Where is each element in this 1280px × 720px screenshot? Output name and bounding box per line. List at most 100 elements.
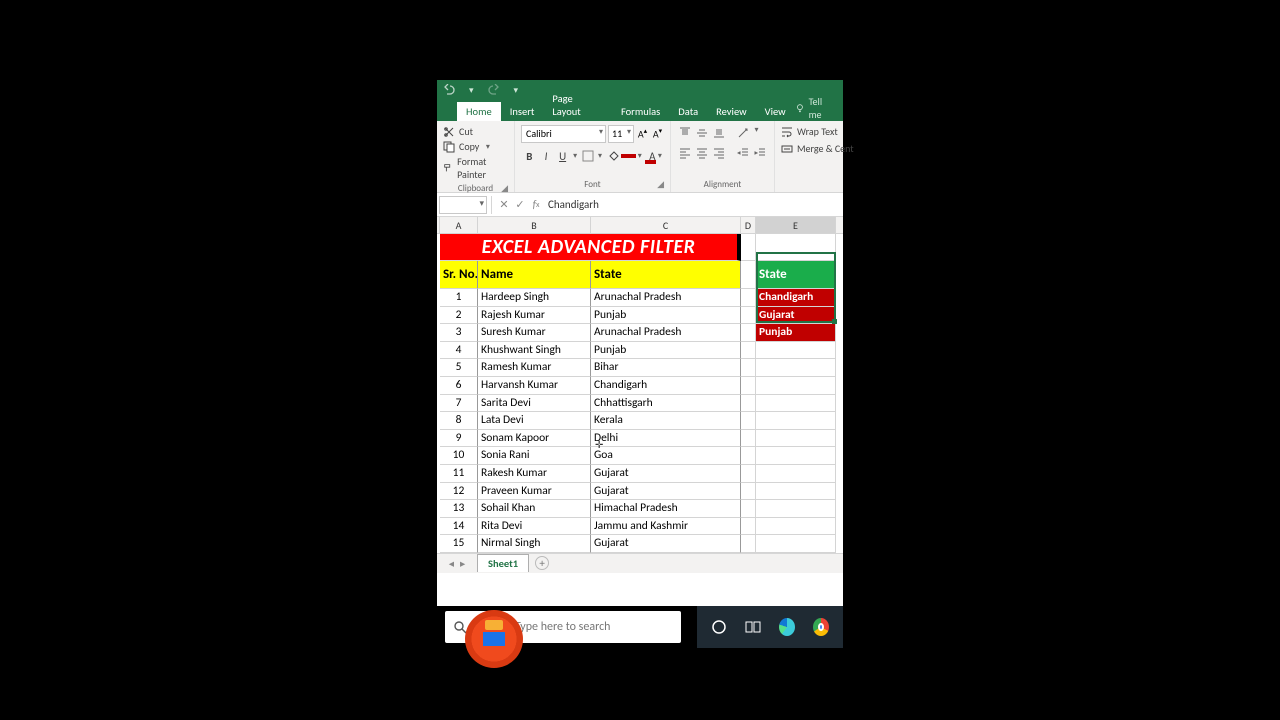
cell-srno[interactable]: 15 [440,535,478,553]
cell[interactable] [756,430,836,448]
cell-state[interactable]: Arunachal Pradesh [591,289,741,307]
copy-button[interactable]: Copy ▾ [443,140,508,153]
cell[interactable] [741,359,756,377]
cell-srno[interactable]: 14 [440,518,478,536]
cell[interactable] [741,500,756,518]
cell[interactable] [741,395,756,413]
cell-srno[interactable]: 8 [440,412,478,430]
col-header-e[interactable]: E [756,217,836,233]
cell-name[interactable]: Rajesh Kumar [478,307,591,325]
underline-button[interactable]: U [554,147,571,165]
sheet-nav-prev-icon[interactable]: ◂ [449,557,454,570]
cell-name[interactable]: Khushwant Singh [478,342,591,360]
cell-state[interactable]: Kerala [591,412,741,430]
qat-customize-icon[interactable]: ▾ [514,85,519,96]
cell-srno[interactable]: 1 [440,289,478,307]
cell-srno[interactable]: 11 [440,465,478,483]
font-dialog-launcher-icon[interactable]: ◢ [657,179,664,190]
font-size-select[interactable]: 11 [608,125,634,143]
spreadsheet-grid[interactable]: A B C D E EXCEL ADVANCED FILTER Sr. No. … [437,217,843,553]
cell[interactable] [756,465,836,483]
font-color-dropdown-icon[interactable]: ▾ [656,151,664,161]
copy-dropdown-icon[interactable]: ▾ [483,142,492,152]
cell-state[interactable]: Bihar [591,359,741,377]
cell-srno[interactable]: 6 [440,377,478,395]
underline-dropdown-icon[interactable]: ▾ [571,151,579,161]
cell[interactable] [741,465,756,483]
cell[interactable] [741,261,756,289]
align-middle-button[interactable] [694,125,710,141]
cell[interactable] [741,430,756,448]
criteria-value[interactable]: Punjab [756,324,836,342]
align-left-button[interactable] [677,145,693,161]
cell-name[interactable]: Sonam Kapoor [478,430,591,448]
cell[interactable] [756,500,836,518]
cell-state[interactable]: Punjab [591,342,741,360]
col-header-d[interactable]: D [741,217,756,233]
col-header-b[interactable]: B [478,217,591,233]
name-box[interactable] [439,196,487,214]
cell[interactable] [756,377,836,395]
tab-formulas[interactable]: Formulas [612,102,669,121]
sheet-nav-next-icon[interactable]: ▸ [460,557,465,570]
header-name[interactable]: Name [478,261,591,289]
fill-color-button[interactable] [604,147,621,165]
cell[interactable] [741,324,756,342]
clipboard-dialog-launcher-icon[interactable]: ◢ [501,183,508,194]
criteria-value[interactable]: Chandigarh [756,289,836,307]
cell-srno[interactable]: 4 [440,342,478,360]
cell[interactable] [741,447,756,465]
format-painter-button[interactable]: Format Painter [443,155,508,181]
cell[interactable] [756,395,836,413]
cancel-formula-icon[interactable]: ✕ [496,196,512,214]
tab-view[interactable]: View [756,102,795,121]
fill-color-dropdown-icon[interactable]: ▾ [636,151,644,161]
decrease-font-icon[interactable]: A▾ [651,126,664,142]
chrome-icon[interactable] [813,619,829,635]
cell[interactable] [756,447,836,465]
cell-state[interactable]: Gujarat [591,465,741,483]
cell-state[interactable]: Gujarat [591,535,741,553]
font-name-select[interactable]: Calibri [521,125,606,143]
cell-name[interactable]: Rakesh Kumar [478,465,591,483]
cell-name[interactable]: Sonia Rani [478,447,591,465]
cell-state[interactable]: Goa [591,447,741,465]
cell-srno[interactable]: 9 [440,430,478,448]
header-state[interactable]: State [591,261,741,289]
cell-state[interactable]: Himachal Pradesh [591,500,741,518]
cell-state[interactable]: Arunachal Pradesh [591,324,741,342]
orientation-button[interactable] [735,125,751,141]
align-top-button[interactable] [677,125,693,141]
tab-home[interactable]: Home [457,102,501,121]
enter-formula-icon[interactable]: ✓ [512,196,528,214]
cell-name[interactable]: Lata Devi [478,412,591,430]
cell-srno[interactable]: 3 [440,324,478,342]
task-view-icon[interactable] [745,619,761,635]
cell-name[interactable]: Praveen Kumar [478,483,591,501]
cell-srno[interactable]: 7 [440,395,478,413]
cell[interactable] [741,234,756,261]
cell[interactable] [741,342,756,360]
align-right-button[interactable] [711,145,727,161]
title-cell[interactable]: EXCEL ADVANCED FILTER [440,234,741,261]
cell-srno[interactable]: 5 [440,359,478,377]
cell[interactable] [756,535,836,553]
redo-icon[interactable] [488,84,500,96]
cell-name[interactable]: Sarita Devi [478,395,591,413]
col-header-a[interactable]: A [440,217,478,233]
undo-icon[interactable] [443,84,455,96]
cell[interactable] [741,289,756,307]
increase-indent-button[interactable] [752,145,768,161]
borders-button[interactable] [579,147,596,165]
merge-center-button[interactable]: Merge & Cent [781,142,837,155]
edge-icon[interactable] [779,619,795,635]
align-bottom-button[interactable] [711,125,727,141]
cell-srno[interactable]: 2 [440,307,478,325]
orientation-dropdown-icon[interactable]: ▾ [752,125,761,141]
cell-name[interactable]: Hardeep Singh [478,289,591,307]
tab-insert[interactable]: Insert [501,102,544,121]
cell-name[interactable]: Harvansh Kumar [478,377,591,395]
cell-name[interactable]: Suresh Kumar [478,324,591,342]
cell-state[interactable]: Chhattisgarh [591,395,741,413]
cortana-icon[interactable] [711,619,727,635]
